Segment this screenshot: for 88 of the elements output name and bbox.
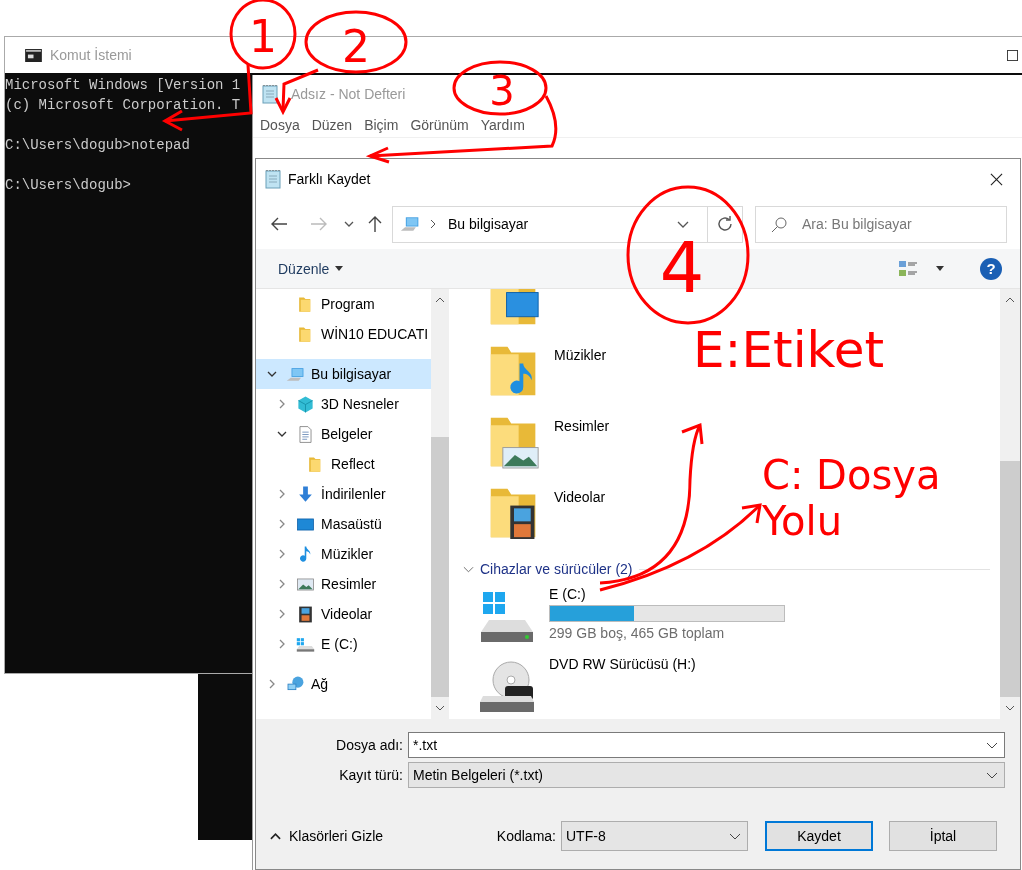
chevron-down-icon[interactable] — [267, 371, 277, 377]
circled-number: 1 — [229, 0, 297, 70]
back-arrow-icon[interactable] — [270, 217, 288, 231]
chevron-right-icon[interactable] — [279, 399, 285, 409]
menu-item[interactable]: Biçim — [359, 115, 406, 135]
field-label: Dosya adı: — [335, 737, 404, 753]
encoding-dropdown[interactable]: UTF-8 — [561, 821, 748, 851]
chevron-right-icon[interactable] — [279, 609, 285, 619]
tree-item[interactable]: Resimler — [256, 569, 431, 599]
view-options-icon[interactable] — [898, 259, 918, 278]
caret-icon — [335, 266, 344, 271]
console-line: (c) Microsoft Corporation. T — [5, 96, 241, 115]
chevron-right-icon[interactable] — [279, 579, 285, 589]
cancel-button[interactable]: İptal — [889, 821, 997, 851]
group-header[interactable]: Cihazlar ve sürücüler (2) — [480, 561, 633, 577]
up-arrow-icon[interactable] — [368, 215, 382, 233]
menu-item[interactable]: Görünüm — [405, 115, 476, 135]
scroll-up-icon[interactable] — [1005, 297, 1015, 303]
tree-item[interactable]: Reflect — [256, 449, 431, 479]
field-label: Kodlama: — [496, 828, 556, 844]
tree-item[interactable]: Program — [256, 289, 431, 319]
computer-icon — [400, 214, 420, 234]
chevron-down-icon[interactable] — [729, 832, 741, 840]
menu-item[interactable]: Yardım — [475, 115, 532, 135]
scrollbar[interactable] — [431, 289, 449, 719]
film-icon — [296, 604, 315, 624]
circled-number: 4 — [626, 185, 750, 325]
caret-icon[interactable] — [936, 266, 944, 271]
menu-item[interactable]: Dosya — [255, 115, 307, 135]
notepad-icon — [261, 84, 279, 104]
chevron-right-icon[interactable] — [279, 489, 285, 499]
tree-item[interactable]: Bu bilgisayar — [256, 359, 431, 389]
tree-item[interactable]: E (C:) — [256, 629, 431, 659]
chevron-down-icon[interactable] — [986, 741, 998, 749]
maximize-icon[interactable] — [1007, 49, 1018, 61]
cube-icon — [296, 394, 315, 414]
circled-number: 2 — [304, 10, 408, 74]
search-icon — [771, 216, 787, 233]
window-title: Adsız - Not Defteri — [291, 86, 406, 102]
circled-number: 3 — [452, 60, 548, 116]
folder-item[interactable]: Videolar — [488, 483, 606, 554]
close-icon[interactable] — [990, 172, 1003, 186]
breadcrumb-separator-icon — [430, 219, 436, 229]
search-field[interactable]: Ara: Bu bilgisayar — [755, 205, 1007, 243]
chevron-down-icon[interactable] — [277, 431, 287, 437]
refresh-icon[interactable] — [717, 216, 733, 232]
console-icon — [25, 48, 42, 62]
window-title: Komut İstemi — [50, 47, 132, 63]
scroll-down-icon[interactable] — [1005, 705, 1015, 711]
chevron-down-icon[interactable] — [344, 221, 354, 227]
chevron-right-icon[interactable] — [269, 679, 275, 689]
menu-item[interactable]: Düzen — [306, 115, 360, 135]
document-icon — [296, 424, 315, 444]
scroll-up-icon[interactable] — [435, 297, 445, 303]
tree-item[interactable]: Belgeler — [256, 419, 431, 449]
handwritten-note: E:Etiket — [693, 322, 886, 380]
folder-item[interactable]: Resimler — [488, 412, 610, 483]
file-type-dropdown[interactable]: Metin Belgeleri (*.txt) — [408, 762, 1005, 788]
tree-item[interactable]: İndirilenler — [256, 479, 431, 509]
field-label: Kayıt türü: — [338, 767, 404, 783]
tree-item[interactable]: Videolar — [256, 599, 431, 629]
chevron-up-icon — [270, 832, 281, 840]
handwritten-note: C: Dosya Yolu — [762, 452, 942, 544]
file-name-field[interactable]: *.txt — [408, 732, 1005, 758]
chevron-right-icon[interactable] — [279, 549, 285, 559]
chevron-down-icon[interactable] — [986, 771, 998, 779]
scroll-down-icon[interactable] — [435, 705, 445, 711]
console-line: C:\Users\dogub> — [5, 176, 132, 195]
tree-item[interactable]: WİN10 EDUCATI — [256, 319, 431, 349]
console-line: Microsoft Windows [Version 1 — [5, 76, 241, 95]
tree-item[interactable]: Müzikler — [256, 539, 431, 569]
drive-item[interactable]: DVD RW Sürücüsü (H:) — [479, 652, 696, 719]
notepad-icon — [264, 169, 282, 189]
chevron-right-icon[interactable] — [279, 639, 285, 649]
hide-folders-button[interactable]: Klasörleri Gizle — [266, 824, 388, 848]
tree-item[interactable]: 3D Nesneler — [256, 389, 431, 419]
tree-item[interactable]: Ağ — [256, 669, 431, 699]
console-line: C:\Users\dogub>notepad — [5, 136, 190, 155]
scrollbar[interactable] — [1000, 289, 1020, 719]
chevron-down-icon[interactable] — [677, 220, 689, 228]
tree-item[interactable]: Masaüstü — [256, 509, 431, 539]
dialog-title: Farklı Kaydet — [288, 171, 371, 187]
organize-button[interactable]: Düzenle — [270, 256, 352, 281]
chevron-right-icon[interactable] — [279, 519, 285, 529]
help-button[interactable]: ? — [980, 257, 1002, 280]
drive-item[interactable]: E (C:) 299 GB boş, 465 GB toplam — [479, 582, 785, 652]
folder-item[interactable]: Müzikler — [488, 341, 607, 412]
save-button[interactable]: Kaydet — [765, 821, 873, 851]
